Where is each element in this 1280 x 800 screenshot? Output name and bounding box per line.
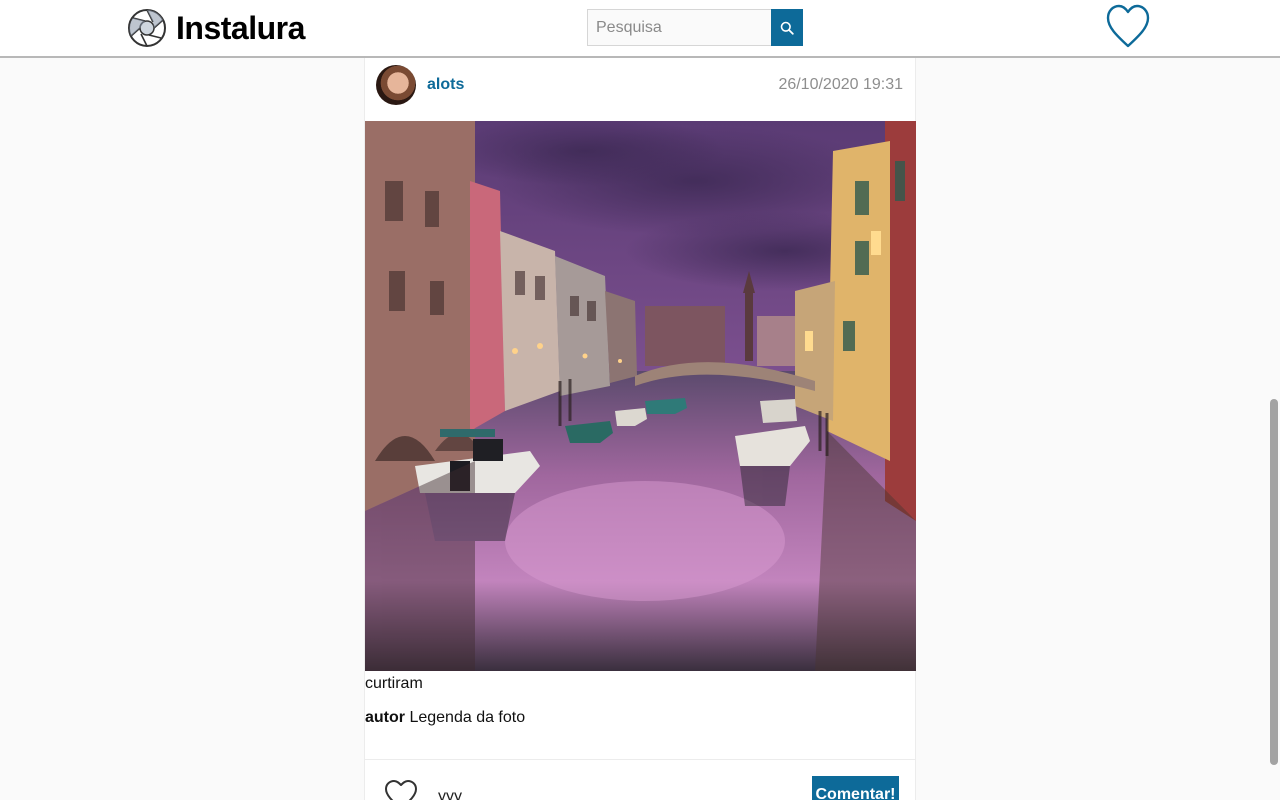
search-button[interactable] xyxy=(771,9,803,46)
photo-caption: autor Legenda da foto xyxy=(365,709,525,727)
brand-name: Instalura xyxy=(176,9,305,46)
page-scrollbar[interactable] xyxy=(1268,58,1280,800)
post-timestamp: 26/10/2020 19:31 xyxy=(778,76,903,93)
venice-canal-photo xyxy=(365,121,916,671)
post-header: alots 26/10/2020 19:31 xyxy=(365,58,915,121)
likers-label: curtiram xyxy=(365,675,423,692)
caption-text: Legenda da foto xyxy=(409,709,526,726)
search-icon xyxy=(780,21,794,35)
comment-submit-button[interactable]: Comentar! xyxy=(812,776,899,800)
camera-shutter-icon xyxy=(128,9,166,47)
scrollbar-thumb[interactable] xyxy=(1270,399,1278,765)
search-form xyxy=(587,9,803,46)
photo-post: alots 26/10/2020 19:31 curtiram autor Le… xyxy=(364,58,916,800)
logo[interactable]: Instalura xyxy=(127,8,305,48)
top-bar: Instalura xyxy=(0,0,1280,58)
heart-icon[interactable] xyxy=(384,779,418,800)
search-input[interactable] xyxy=(587,9,771,46)
comment-input[interactable]: yyy xyxy=(438,788,462,800)
comment-form: yyy Comentar! xyxy=(365,759,916,800)
heart-icon[interactable] xyxy=(1106,4,1150,50)
caption-author[interactable]: autor xyxy=(365,709,405,726)
author-link[interactable]: alots xyxy=(427,76,464,94)
avatar[interactable] xyxy=(376,65,416,105)
post-photo[interactable] xyxy=(365,121,916,671)
